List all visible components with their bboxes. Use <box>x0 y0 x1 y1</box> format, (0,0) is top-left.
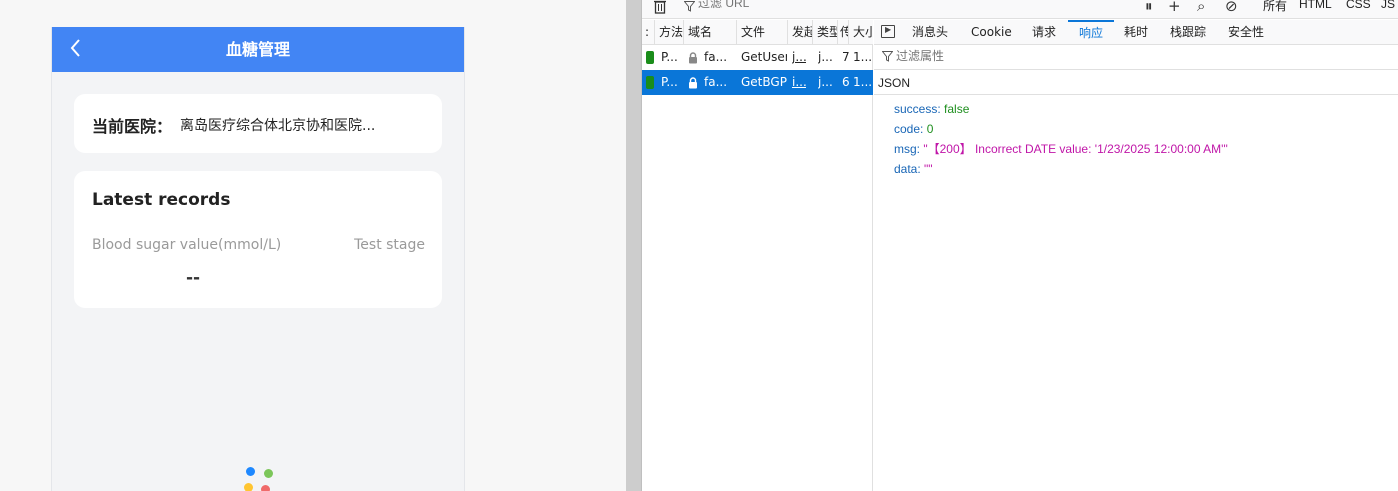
hospital-label: 当前医院： <box>92 117 173 136</box>
json-value: "" <box>924 162 933 176</box>
request-initiator[interactable]: i... <box>792 70 806 95</box>
block-icon[interactable]: ⊘ <box>1225 0 1238 15</box>
lock-icon <box>689 77 697 89</box>
app-header: 血糖管理 <box>52 27 464 72</box>
details-tab-bar: ▶ 消息头 Cookie 请求 响应 耗时 栈跟踪 安全性 <box>874 20 1398 45</box>
loader-dot <box>244 483 253 491</box>
request-size: 1... <box>853 75 873 89</box>
type-filter-js[interactable]: JS <box>1381 0 1395 11</box>
test-stage-column-label: Test stage <box>354 237 425 253</box>
col-method[interactable]: 方法 <box>655 20 684 45</box>
col-transferred[interactable]: 传 <box>838 20 849 45</box>
json-row-data[interactable]: data: "" <box>894 159 1228 179</box>
request-initiator[interactable]: j... <box>792 45 806 70</box>
json-response-view: success: false code: 0 msg: "【200】 Incor… <box>894 99 1228 179</box>
request-file: GetBGPa <box>741 75 787 89</box>
filter-url-input[interactable] <box>698 0 1098 10</box>
latest-records-card: Latest records Blood sugar value(mmol/L)… <box>74 171 442 308</box>
status-badge <box>646 51 654 64</box>
request-transferred: 7 <box>842 50 850 64</box>
blood-sugar-column-label: Blood sugar value(mmol/L) <box>92 237 282 253</box>
request-file: GetUserA <box>741 50 787 64</box>
type-filter-css[interactable]: CSS <box>1346 0 1371 11</box>
json-row-code[interactable]: code: 0 <box>894 119 1228 139</box>
lock-icon <box>689 52 697 64</box>
request-type: j... <box>818 50 832 64</box>
json-value: false <box>944 102 970 116</box>
filter-url-field[interactable] <box>684 0 1134 14</box>
col-file[interactable]: 文件 <box>737 20 788 45</box>
trash-icon[interactable] <box>653 0 667 14</box>
json-key: msg <box>894 142 917 156</box>
request-row-selected[interactable]: P... fa... GetBGPa i... j... 6 1... <box>642 70 873 95</box>
col-size[interactable]: 大小 <box>849 20 873 45</box>
toggle-sidebar-icon[interactable]: ▶ <box>881 25 895 38</box>
request-list: : 方法 域名 文件 发起 类型 传 大小 P... fa... GetUser… <box>642 20 873 491</box>
request-row[interactable]: P... fa... GetUserA j... j... 7 1... <box>642 45 873 70</box>
json-key: data <box>894 162 918 176</box>
request-domain: fa... <box>704 75 728 89</box>
type-filter-all[interactable]: 所有 <box>1263 0 1287 14</box>
devtools-network-panel: ⏸ + ⌕ ⊘ 所有 HTML CSS JS : 方法 域名 文件 发起 类型 … <box>642 0 1398 491</box>
col-domain[interactable]: 域名 <box>684 20 737 45</box>
json-row-msg[interactable]: msg: "【200】 Incorrect DATE value: '1/23/… <box>894 139 1228 159</box>
add-icon[interactable]: + <box>1168 0 1181 15</box>
tab-request[interactable]: 请求 <box>1032 20 1056 45</box>
loader-dot <box>264 469 273 478</box>
json-row-success[interactable]: success: false <box>894 99 1228 119</box>
loading-dots-icon <box>240 463 280 491</box>
request-method: P... <box>661 50 678 64</box>
page-title: 血糖管理 <box>225 40 290 59</box>
tab-cookie[interactable]: Cookie <box>971 20 1012 45</box>
app-viewport: 血糖管理 当前医院： 离岛医疗综合体北京协和医院... Latest recor… <box>0 0 626 491</box>
request-list-header: : 方法 域名 文件 发起 类型 传 大小 <box>642 20 873 45</box>
json-section-header[interactable]: JSON <box>874 70 1398 95</box>
col-initiator[interactable]: 发起 <box>788 20 813 45</box>
request-transferred: 6 <box>842 75 850 89</box>
tab-headers[interactable]: 消息头 <box>912 20 948 45</box>
request-method: P... <box>661 75 678 89</box>
json-colon: : <box>920 122 927 136</box>
tab-security[interactable]: 安全性 <box>1228 20 1264 45</box>
loader-dot <box>246 467 255 476</box>
col-type[interactable]: 类型 <box>813 20 838 45</box>
mobile-app-frame: 血糖管理 当前医院： 离岛医疗综合体北京协和医院... Latest recor… <box>51 27 465 491</box>
tab-stack-trace[interactable]: 栈跟踪 <box>1170 20 1206 45</box>
request-domain: fa... <box>704 50 728 64</box>
loader-dot <box>261 485 270 491</box>
records-title: Latest records <box>92 190 231 210</box>
col-status[interactable]: : <box>642 20 655 45</box>
hospital-card[interactable]: 当前医院： 离岛医疗综合体北京协和医院... <box>74 94 442 153</box>
type-filter-html[interactable]: HTML <box>1299 0 1332 11</box>
hospital-name[interactable]: 离岛医疗综合体北京协和医院... <box>180 115 375 135</box>
json-label: JSON <box>878 76 911 90</box>
json-value: "【200】 Incorrect DATE value: '1/23/2025 … <box>923 142 1228 156</box>
network-toolbar: ⏸ + ⌕ ⊘ 所有 HTML CSS JS <box>642 0 1398 19</box>
filter-icon <box>882 51 893 62</box>
status-badge <box>646 76 654 89</box>
request-size: 1... <box>853 50 873 64</box>
request-type: j... <box>818 75 832 89</box>
filter-icon <box>684 1 695 12</box>
filter-properties-field[interactable] <box>874 45 1398 70</box>
tab-response[interactable]: 响应 <box>1068 20 1114 45</box>
panel-splitter[interactable] <box>626 0 642 491</box>
json-value: 0 <box>926 122 934 136</box>
search-icon[interactable]: ⌕ <box>1197 0 1205 15</box>
request-details: ▶ 消息头 Cookie 请求 响应 耗时 栈跟踪 安全性 JSON succe… <box>874 20 1398 491</box>
pause-icon[interactable]: ⏸ <box>1145 0 1153 15</box>
filter-properties-input[interactable] <box>896 49 1196 63</box>
json-key: code <box>894 122 921 136</box>
tab-timings[interactable]: 耗时 <box>1124 20 1148 45</box>
json-key: success <box>894 102 938 116</box>
blood-sugar-value: -- <box>186 268 201 288</box>
